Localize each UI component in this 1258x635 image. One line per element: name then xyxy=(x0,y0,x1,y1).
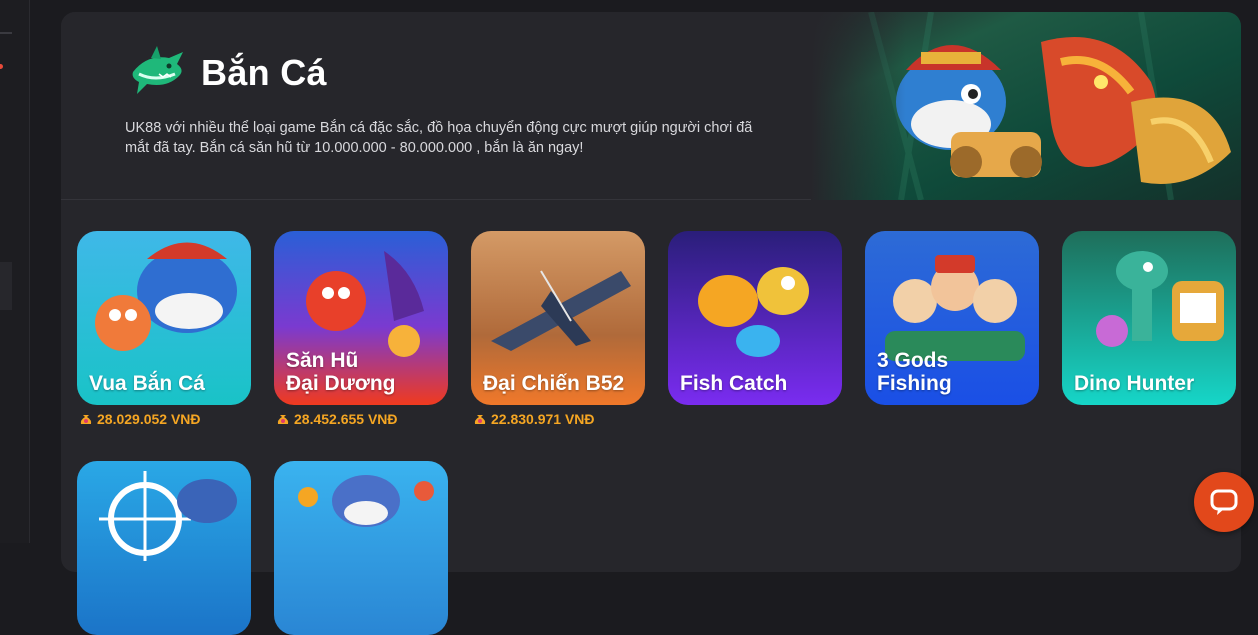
game-card-dino-hunter[interactable]: Dino Hunter xyxy=(1062,231,1236,405)
game-title: Dino Hunter xyxy=(1074,372,1195,395)
game-title: Săn Hũ Đại Dương xyxy=(286,349,396,395)
category-hero: Bắn Cá UK88 với nhiều thể loại game Bắn … xyxy=(61,12,1241,200)
game-card-fish-catch[interactable]: Fish Catch xyxy=(668,231,842,405)
game-card-dai-chien-b52[interactable]: Đại Chiến B52 xyxy=(471,231,645,405)
game-card-san-hu-dai-duong[interactable]: Săn Hũ Đại Dương xyxy=(274,231,448,405)
money-bag-icon xyxy=(80,415,92,424)
notification-dot xyxy=(0,64,3,69)
chat-button[interactable] xyxy=(1194,472,1254,532)
jackpot-value: 28.029.052 VNĐ xyxy=(97,411,201,427)
section-title: Bắn Cá xyxy=(201,52,327,93)
hero-banner-image xyxy=(811,12,1241,200)
game-title: Đại Chiến B52 xyxy=(483,372,625,395)
jackpot-value: 28.452.655 VNĐ xyxy=(294,411,398,427)
sidebar-divider xyxy=(0,32,12,34)
money-bag-icon xyxy=(277,415,289,424)
game-thumbnail xyxy=(274,461,448,635)
game-card[interactable] xyxy=(77,461,251,635)
jackpot-amount: 28.029.052 VNĐ xyxy=(79,410,201,428)
left-sidebar xyxy=(0,0,30,543)
sidebar-item[interactable] xyxy=(0,262,12,310)
game-card-3-gods-fishing[interactable]: 3 Gods Fishing xyxy=(865,231,1039,405)
jackpot-amount: 28.452.655 VNĐ xyxy=(276,410,398,428)
jackpot-value: 22.830.971 VNĐ xyxy=(491,411,595,427)
section-description: UK88 với nhiều thể loại game Bắn cá đặc … xyxy=(125,120,753,156)
shark-icon xyxy=(132,46,183,94)
game-thumbnail xyxy=(77,461,251,635)
money-bag-icon xyxy=(474,415,486,424)
game-title: 3 Gods Fishing xyxy=(877,349,952,395)
game-title: Fish Catch xyxy=(680,372,788,395)
jackpot-amount: 22.830.971 VNĐ xyxy=(473,410,595,428)
game-card-vua-ban-ca[interactable]: Vua Bắn Cá xyxy=(77,231,251,405)
game-title: Vua Bắn Cá xyxy=(89,372,205,395)
game-card[interactable] xyxy=(274,461,448,635)
chat-bubble-icon xyxy=(1210,489,1238,515)
